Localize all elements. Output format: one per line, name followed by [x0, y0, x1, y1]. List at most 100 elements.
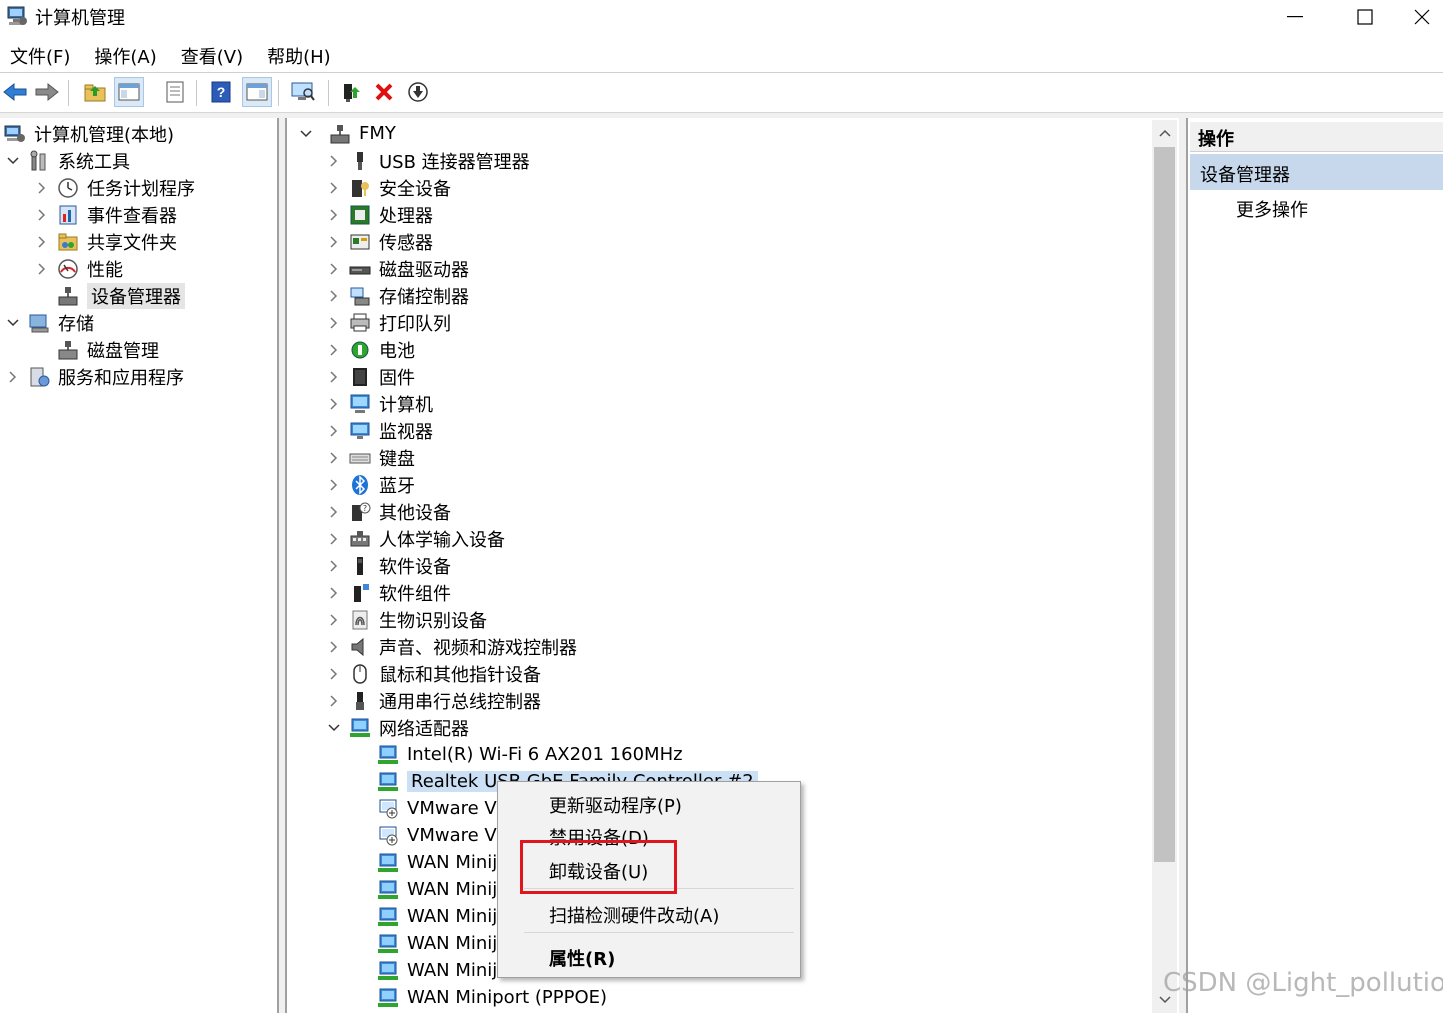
menu-file[interactable]: 文件(F): [0, 40, 80, 70]
device-category[interactable]: USB 连接器管理器: [327, 147, 530, 174]
action-pane-toggle-button[interactable]: [242, 77, 272, 107]
maximize-button[interactable]: [1330, 0, 1400, 34]
tree-item-system-tools[interactable]: 系统工具: [6, 147, 130, 174]
tree-item-performance[interactable]: 性能: [35, 255, 123, 282]
disable-device-icon[interactable]: [403, 77, 433, 107]
chevron-right-icon[interactable]: [327, 586, 341, 600]
device-category[interactable]: 鼠标和其他指针设备: [327, 660, 541, 687]
chevron-right-icon[interactable]: [327, 667, 341, 681]
chevron-right-icon[interactable]: [327, 532, 341, 546]
device-category[interactable]: 传感器: [327, 228, 433, 255]
device-category[interactable]: 生物识别设备: [327, 606, 487, 633]
device-category[interactable]: 固件: [327, 363, 415, 390]
minimize-button[interactable]: [1260, 0, 1330, 34]
network-adapter-item[interactable]: WAN Minij: [377, 930, 497, 957]
device-category[interactable]: 处理器: [327, 201, 433, 228]
device-category[interactable]: 磁盘驱动器: [327, 255, 469, 282]
menu-action[interactable]: 操作(A): [84, 40, 166, 70]
toolbar-separator: [278, 80, 279, 106]
scroll-up-arrow-icon[interactable]: [1152, 120, 1177, 146]
device-category[interactable]: 软件设备: [327, 552, 451, 579]
chevron-right-icon[interactable]: [327, 154, 341, 168]
tree-item-event-viewer[interactable]: 事件查看器: [35, 201, 177, 228]
device-category[interactable]: 安全设备: [327, 174, 451, 201]
chevron-down-icon[interactable]: [299, 127, 313, 141]
tree-item-services-applications[interactable]: 服务和应用程序: [6, 363, 184, 390]
tree-item-computer-management-local[interactable]: 计算机管理(本地): [4, 120, 174, 147]
device-category[interactable]: 存储控制器: [327, 282, 469, 309]
device-category[interactable]: 软件组件: [327, 579, 451, 606]
scan-hardware-icon[interactable]: [288, 77, 318, 107]
chevron-right-icon[interactable]: [35, 208, 49, 222]
back-button[interactable]: [0, 77, 30, 107]
menu-item-properties[interactable]: 属性(R): [549, 945, 615, 971]
chevron-down-icon[interactable]: [6, 316, 20, 330]
network-adapter-item[interactable]: WAN Minij: [377, 903, 497, 930]
device-category[interactable]: 电池: [327, 336, 415, 363]
chevron-right-icon[interactable]: [327, 424, 341, 438]
chevron-right-icon[interactable]: [327, 289, 341, 303]
chevron-right-icon[interactable]: [327, 397, 341, 411]
up-folder-button[interactable]: [80, 77, 110, 107]
chevron-right-icon[interactable]: [35, 181, 49, 195]
network-adapter-item[interactable]: WAN Minij: [377, 876, 497, 903]
chevron-right-icon[interactable]: [35, 262, 49, 276]
properties-sheet-button[interactable]: [160, 77, 190, 107]
network-adapter-item[interactable]: VMware Vi: [377, 795, 501, 822]
chevron-right-icon[interactable]: [327, 640, 341, 654]
device-category-network-adapters[interactable]: 网络适配器: [327, 714, 469, 741]
uninstall-device-icon[interactable]: [369, 77, 399, 107]
update-driver-icon[interactable]: [336, 77, 366, 107]
device-category[interactable]: 打印队列: [327, 309, 451, 336]
chevron-right-icon[interactable]: [327, 370, 341, 384]
network-adapter-item[interactable]: WAN Miniport (PPPOE): [377, 984, 607, 1011]
chevron-right-icon[interactable]: [327, 343, 341, 357]
device-category[interactable]: 人体学输入设备: [327, 525, 505, 552]
chevron-right-icon[interactable]: [327, 235, 341, 249]
device-tree-root[interactable]: FMY: [299, 120, 396, 147]
close-button[interactable]: [1400, 0, 1443, 34]
tree-item-task-scheduler[interactable]: 任务计划程序: [35, 174, 195, 201]
chevron-right-icon[interactable]: [327, 694, 341, 708]
chevron-right-icon[interactable]: [327, 505, 341, 519]
tree-item-device-manager[interactable]: 设备管理器: [57, 282, 185, 309]
chevron-right-icon[interactable]: [327, 181, 341, 195]
chevron-right-icon[interactable]: [6, 370, 20, 384]
chevron-right-icon[interactable]: [327, 559, 341, 573]
help-button[interactable]: ?: [206, 77, 236, 107]
device-category[interactable]: ? 其他设备: [327, 498, 451, 525]
device-category[interactable]: 通用串行总线控制器: [327, 687, 541, 714]
tree-item-shared-folders[interactable]: 共享文件夹: [35, 228, 177, 255]
network-adapter-item[interactable]: WAN Minij: [377, 957, 497, 984]
show-hide-console-tree-button[interactable]: [114, 77, 144, 107]
network-adapter-item[interactable]: WAN Minij: [377, 849, 497, 876]
pane-divider[interactable]: [1179, 118, 1186, 1013]
device-category[interactable]: 键盘: [327, 444, 415, 471]
chevron-down-icon[interactable]: [327, 721, 341, 735]
device-category[interactable]: 监视器: [327, 417, 433, 444]
chevron-right-icon[interactable]: [327, 613, 341, 627]
actions-section-device-manager[interactable]: 设备管理器: [1190, 154, 1443, 190]
menu-help[interactable]: 帮助(H): [257, 40, 341, 70]
vertical-scrollbar[interactable]: [1152, 120, 1177, 1013]
chevron-down-icon[interactable]: [6, 154, 20, 168]
network-adapter-item[interactable]: VMware Vi: [377, 822, 501, 849]
scrollbar-thumb[interactable]: [1154, 147, 1175, 862]
device-category[interactable]: 声音、视频和游戏控制器: [327, 633, 577, 660]
forward-button[interactable]: [32, 77, 62, 107]
more-actions-link[interactable]: 更多操作: [1236, 196, 1308, 222]
chevron-right-icon[interactable]: [327, 478, 341, 492]
chevron-right-icon[interactable]: [327, 316, 341, 330]
network-adapter-item[interactable]: Intel(R) Wi-Fi 6 AX201 160MHz: [377, 741, 683, 768]
menu-item-update-driver[interactable]: 更新驱动程序(P): [549, 792, 682, 818]
menu-item-scan-hardware[interactable]: 扫描检测硬件改动(A): [549, 902, 719, 928]
device-category[interactable]: 计算机: [327, 390, 433, 417]
chevron-right-icon[interactable]: [327, 451, 341, 465]
chevron-right-icon[interactable]: [327, 262, 341, 276]
tree-item-storage[interactable]: 存储: [6, 309, 94, 336]
tree-item-disk-management[interactable]: 磁盘管理: [57, 336, 159, 363]
chevron-right-icon[interactable]: [327, 208, 341, 222]
device-category[interactable]: 蓝牙: [327, 471, 415, 498]
menu-view[interactable]: 查看(V): [171, 40, 253, 70]
chevron-right-icon[interactable]: [35, 235, 49, 249]
